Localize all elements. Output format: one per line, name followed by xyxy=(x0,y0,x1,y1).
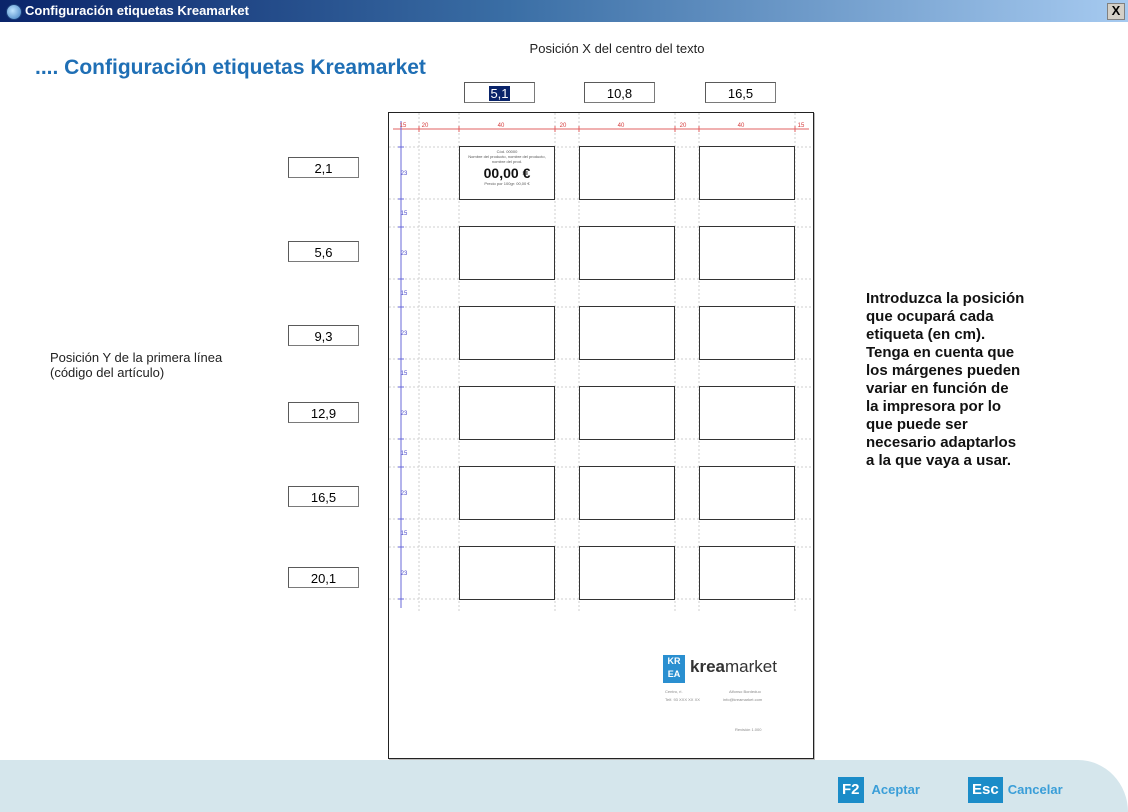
y-position-input-3[interactable]: 9,3 xyxy=(288,325,359,346)
sheet-footer-info: info@kreamarket.com xyxy=(723,697,763,702)
accept-button-label: Aceptar xyxy=(871,782,920,797)
title-bar: Configuración etiquetas Kreamarket X xyxy=(0,0,1128,22)
label-slot xyxy=(699,386,795,440)
label-slot xyxy=(699,226,795,280)
sample-label-name: Nombre del producto, nombre del producto… xyxy=(468,154,546,164)
esc-key-icon: Esc xyxy=(968,777,1003,803)
cancel-button-label: Cancelar xyxy=(1007,782,1063,797)
x-position-label: Posición X del centro del texto xyxy=(529,41,705,56)
top-ruler-label: 15 xyxy=(400,123,407,129)
side-ruler-label: 23 xyxy=(401,331,408,337)
window-title: Configuración etiquetas Kreamarket xyxy=(25,3,249,18)
label-slot xyxy=(699,146,795,200)
y-position-input-4[interactable]: 12,9 xyxy=(288,402,359,423)
label-slot xyxy=(699,546,795,600)
side-ruler-label: 15 xyxy=(401,451,408,457)
page-title: .... Configuración etiquetas Kreamarket xyxy=(35,56,426,79)
instructions-line: variar en función de xyxy=(866,380,1009,397)
cancel-button[interactable]: Esc Cancelar xyxy=(968,777,1063,803)
instructions-line: Introduzca la posición xyxy=(866,290,1025,307)
top-ruler-label: 20 xyxy=(680,123,687,129)
kreamarket-logo-mark: KR EA xyxy=(663,655,685,683)
instructions-line: Tenga en cuenta que xyxy=(866,344,1015,361)
instructions-line: que ocupará cada xyxy=(866,308,994,325)
label-slot xyxy=(459,306,555,360)
instructions-line: necesario adaptarlos xyxy=(866,434,1017,451)
side-ruler-label: 15 xyxy=(401,531,408,537)
sheet-footer-info: Centro, ri. xyxy=(665,689,683,694)
sample-label-unit-price: Precio por 100gr: 00,00 € xyxy=(484,181,530,186)
y-position-input-1[interactable]: 2,1 xyxy=(288,157,359,178)
instructions-line: que puede ser xyxy=(866,416,968,433)
label-slot xyxy=(459,386,555,440)
app-icon xyxy=(6,4,22,20)
x-position-input-3[interactable]: 16,5 xyxy=(705,82,776,103)
label-slot xyxy=(579,306,675,360)
top-ruler-label: 40 xyxy=(738,123,745,129)
label-slot xyxy=(579,386,675,440)
footer-bar xyxy=(0,760,1128,812)
logo-mark-line2: EA xyxy=(667,669,681,679)
top-ruler-label: 20 xyxy=(560,123,567,129)
y-position-input-6[interactable]: 20,1 xyxy=(288,567,359,588)
top-ruler-label: 40 xyxy=(618,123,625,129)
kreamarket-logo-text: kreamarket xyxy=(690,657,777,677)
side-ruler-label: 23 xyxy=(401,571,408,577)
label-slot xyxy=(459,546,555,600)
side-ruler-label: 23 xyxy=(401,411,408,417)
sheet-footer-info: Alfonso Bordeduo xyxy=(729,689,761,694)
y-position-input-5[interactable]: 16,5 xyxy=(288,486,359,507)
instructions-line: los márgenes pueden xyxy=(866,362,1021,379)
top-ruler-label: 40 xyxy=(498,123,505,129)
top-ruler-label: 20 xyxy=(422,123,429,129)
logo-mark-line1: KR xyxy=(667,656,681,666)
close-button[interactable]: X xyxy=(1107,3,1125,20)
logo-brand-prefix: krea xyxy=(690,657,725,676)
x-position-input-1[interactable]: 5,1 xyxy=(464,82,535,103)
label-slot xyxy=(579,546,675,600)
label-slot xyxy=(579,466,675,520)
instructions-text: Introduzca la posición que ocupará cada … xyxy=(866,290,1066,470)
side-ruler-label: 15 xyxy=(401,211,408,217)
label-slot xyxy=(579,146,675,200)
label-slot xyxy=(699,306,795,360)
label-sheet-preview: 15 20 40 20 40 20 40 15 23 15 23 15 23 1… xyxy=(388,112,814,759)
side-ruler-label: 15 xyxy=(401,291,408,297)
side-ruler-label: 23 xyxy=(401,251,408,257)
label-slot xyxy=(459,466,555,520)
sheet-version: Revisión 1.000 xyxy=(735,727,762,732)
label-slot xyxy=(699,466,795,520)
instructions-line: a la que vaya a usar. xyxy=(866,452,1012,469)
y-position-label-line2: (código del artículo) xyxy=(50,365,165,380)
side-ruler-label: 23 xyxy=(401,491,408,497)
logo-brand-suffix: market xyxy=(724,657,777,676)
label-slot xyxy=(459,226,555,280)
x-position-input-2[interactable]: 10,8 xyxy=(584,82,655,103)
y-position-label: Posición Y de la primera línea (código d… xyxy=(50,350,250,380)
side-ruler-label: 15 xyxy=(401,371,408,377)
instructions-line: la impresora por lo xyxy=(866,398,1002,415)
sheet-footer-info: Telf. 93 XXX XX XX xyxy=(665,697,700,702)
sample-label: Cód. 00000 Nombre del producto, nombre d… xyxy=(459,146,555,200)
sample-label-price: 00,00 € xyxy=(483,165,531,181)
instructions-line: etiqueta (en cm). xyxy=(866,326,986,343)
f2-key-icon: F2 xyxy=(838,777,864,803)
top-ruler-label: 15 xyxy=(798,123,805,129)
y-position-input-2[interactable]: 5,6 xyxy=(288,241,359,262)
label-slot xyxy=(579,226,675,280)
accept-button[interactable]: F2 Aceptar xyxy=(838,777,920,803)
y-position-label-line1: Posición Y de la primera línea xyxy=(50,350,223,365)
x-position-value-1: 5,1 xyxy=(489,86,510,101)
side-ruler-label: 23 xyxy=(401,171,408,177)
